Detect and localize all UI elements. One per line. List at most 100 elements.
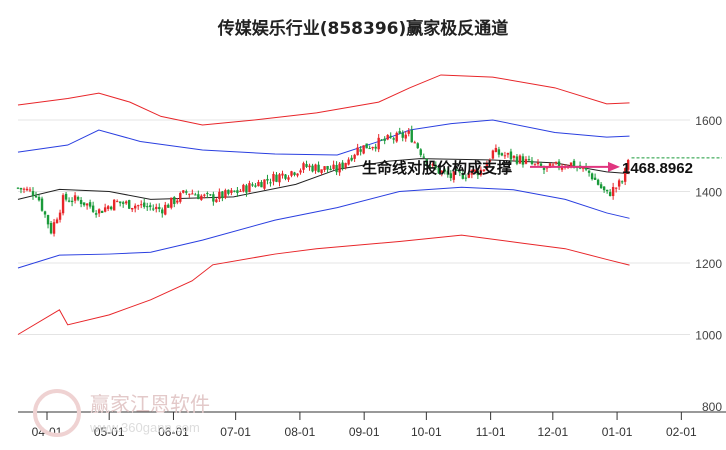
candle-body xyxy=(302,163,305,170)
candle-body xyxy=(320,169,323,173)
candle-body xyxy=(506,153,510,155)
candle-body xyxy=(43,211,47,215)
candle-body xyxy=(230,190,233,193)
candle-body xyxy=(260,182,263,188)
candle-body xyxy=(371,147,374,149)
candle-body xyxy=(305,164,308,167)
candle-body xyxy=(605,189,609,192)
candle-body xyxy=(191,193,194,195)
candle-body xyxy=(58,212,62,220)
candle-body xyxy=(347,159,350,165)
candle-body xyxy=(82,202,86,206)
candle-body xyxy=(152,208,155,210)
candle-body xyxy=(530,160,534,164)
candle-body xyxy=(596,179,600,185)
x-tick-label: 09-01 xyxy=(349,425,380,439)
candle-body xyxy=(182,190,185,193)
candle-body xyxy=(614,187,618,189)
candle-body xyxy=(194,194,197,196)
candle-body xyxy=(278,174,281,183)
candle-body xyxy=(275,174,278,182)
candle-body xyxy=(97,209,101,214)
candle-body xyxy=(239,190,242,192)
candle-body xyxy=(212,194,215,202)
candle-body xyxy=(338,163,341,173)
candle-body xyxy=(200,195,203,200)
candle-body xyxy=(25,188,29,191)
candle-body xyxy=(233,190,236,192)
candle-body xyxy=(290,171,293,176)
candle-body xyxy=(37,196,41,201)
candle-body xyxy=(103,207,107,212)
candle-body xyxy=(368,148,371,150)
candle-body xyxy=(533,163,537,165)
candle-body xyxy=(22,188,26,190)
annotation-label: 生命线对股价构成支撑 xyxy=(362,159,512,177)
candle-body xyxy=(76,197,80,200)
candle-body xyxy=(203,194,206,196)
candle-body xyxy=(242,184,245,192)
candle-body xyxy=(383,138,386,141)
candle-body xyxy=(356,147,359,156)
candle-body xyxy=(284,174,287,179)
candle-body xyxy=(617,180,621,187)
candle-body xyxy=(106,206,110,209)
candle-body xyxy=(410,129,413,143)
candle-body xyxy=(404,134,407,139)
candle-body xyxy=(332,164,335,169)
candle-body xyxy=(28,189,32,191)
candle-body xyxy=(464,177,468,179)
plot-area: 160014001200100080004-01 05-01 06-01 07-01 0… xyxy=(16,74,726,439)
candle-body xyxy=(518,155,522,164)
candle-body xyxy=(263,179,266,189)
candle-body xyxy=(296,173,299,176)
candle-body xyxy=(269,182,272,184)
candle-body xyxy=(329,168,332,171)
candle-body xyxy=(587,170,591,173)
x-tick-label: 12-01 xyxy=(537,425,568,439)
candle-body xyxy=(16,187,20,189)
candle-body xyxy=(100,210,104,213)
candle-body xyxy=(521,156,525,165)
line-lower-red xyxy=(17,234,630,335)
candle-body xyxy=(109,206,113,210)
candle-body xyxy=(299,170,302,173)
y-tick-label: 1400 xyxy=(695,186,722,200)
candle-body xyxy=(359,149,362,152)
candle-body xyxy=(127,200,131,209)
candle-body xyxy=(377,137,380,150)
candle-body xyxy=(281,173,284,176)
candle-body xyxy=(311,165,314,172)
arrow-head-icon xyxy=(608,161,620,172)
candle-body xyxy=(55,219,59,224)
candle-body xyxy=(392,138,395,140)
candle-body xyxy=(323,166,326,170)
candle-body xyxy=(536,162,540,165)
candle-body xyxy=(395,132,398,142)
candle-body xyxy=(173,197,176,204)
candle-body xyxy=(512,155,516,158)
candle-body xyxy=(188,193,191,195)
candle-body xyxy=(413,142,416,144)
candle-body xyxy=(380,139,383,141)
candle-body xyxy=(254,185,257,187)
candle-body xyxy=(494,147,498,153)
candle-body xyxy=(362,145,365,154)
candle-body xyxy=(46,215,50,225)
candle-body xyxy=(67,200,71,202)
candle-body xyxy=(581,167,585,169)
candle-body xyxy=(491,150,495,159)
candle-body xyxy=(326,166,329,170)
candle-body xyxy=(185,191,188,193)
line-upper-red xyxy=(17,74,630,126)
candle-body xyxy=(155,206,158,210)
candle-body xyxy=(416,143,419,149)
candle-body xyxy=(79,200,83,205)
candle-body xyxy=(131,208,134,210)
candle-body xyxy=(134,205,137,209)
candle-body xyxy=(407,130,410,134)
candle-body xyxy=(599,184,603,189)
x-tick-label: 07-01 xyxy=(220,425,251,439)
candle-body xyxy=(221,191,224,199)
x-tick-label: 01-01 xyxy=(602,425,633,439)
